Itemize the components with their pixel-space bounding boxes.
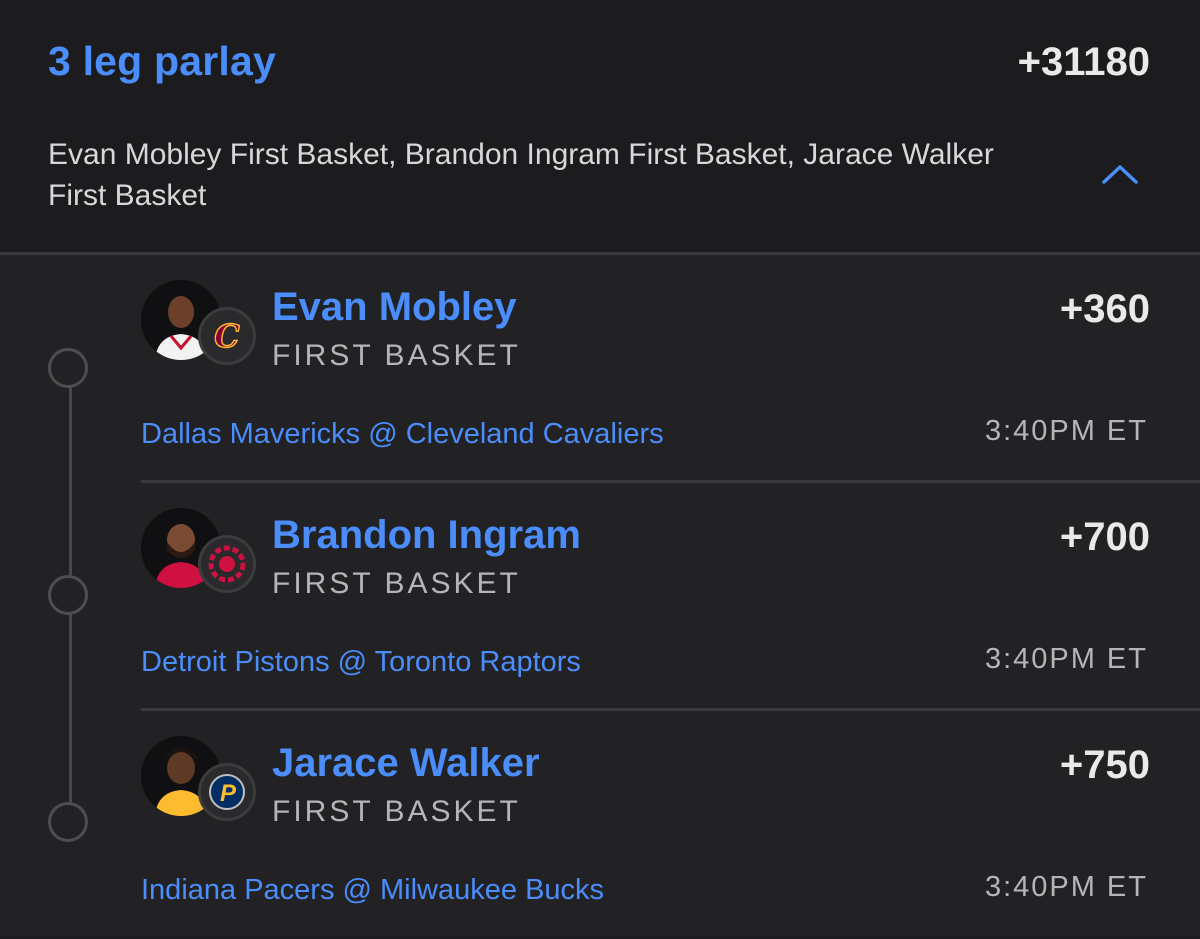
matchup-link[interactable]: Indiana Pacers @ Milwaukee Bucks bbox=[141, 874, 604, 907]
chevron-up-icon bbox=[1102, 165, 1138, 184]
market-label: FIRST BASKET bbox=[272, 339, 521, 372]
parlay-odds: +31180 bbox=[1017, 40, 1150, 84]
parlay-summary: Evan Mobley First Basket, Brandon Ingram… bbox=[48, 138, 994, 212]
game-time: 3:40PM ET bbox=[984, 871, 1148, 903]
raptors-logo-icon bbox=[198, 535, 256, 593]
cavaliers-logo-icon: C bbox=[198, 307, 256, 365]
player-name: Evan Mobley bbox=[272, 285, 517, 329]
parlay-leg[interactable]: P Jarace Walker FIRST BASKET +750 Indian… bbox=[0, 711, 1200, 939]
pacers-logo-icon: P bbox=[198, 763, 256, 821]
player-name: Jarace Walker bbox=[272, 741, 540, 785]
game-time: 3:40PM ET bbox=[984, 415, 1148, 447]
matchup-link[interactable]: Detroit Pistons @ Toronto Raptors bbox=[141, 646, 581, 679]
parlay-leg[interactable]: Brandon Ingram FIRST BASKET +700 Detroit… bbox=[0, 483, 1200, 711]
svg-text:C: C bbox=[214, 317, 240, 355]
parlay-leg[interactable]: C Evan Mobley FIRST BASKET +360 Dallas M… bbox=[0, 255, 1200, 483]
market-label: FIRST BASKET bbox=[272, 567, 521, 600]
leg-odds: +360 bbox=[1059, 287, 1150, 331]
market-label: FIRST BASKET bbox=[272, 795, 521, 828]
collapse-button[interactable] bbox=[1098, 156, 1142, 192]
parlay-header[interactable]: 3 leg parlay +31180 Evan Mobley First Ba… bbox=[0, 0, 1200, 252]
game-time: 3:40PM ET bbox=[984, 643, 1148, 675]
leg-odds: +700 bbox=[1059, 515, 1150, 559]
leg-odds: +750 bbox=[1059, 743, 1150, 787]
player-name: Brandon Ingram bbox=[272, 513, 581, 557]
parlay-title: 3 leg parlay bbox=[48, 38, 277, 84]
svg-text:P: P bbox=[220, 780, 237, 807]
parlay-legs: C Evan Mobley FIRST BASKET +360 Dallas M… bbox=[0, 255, 1200, 936]
matchup-link[interactable]: Dallas Mavericks @ Cleveland Cavaliers bbox=[141, 418, 664, 451]
